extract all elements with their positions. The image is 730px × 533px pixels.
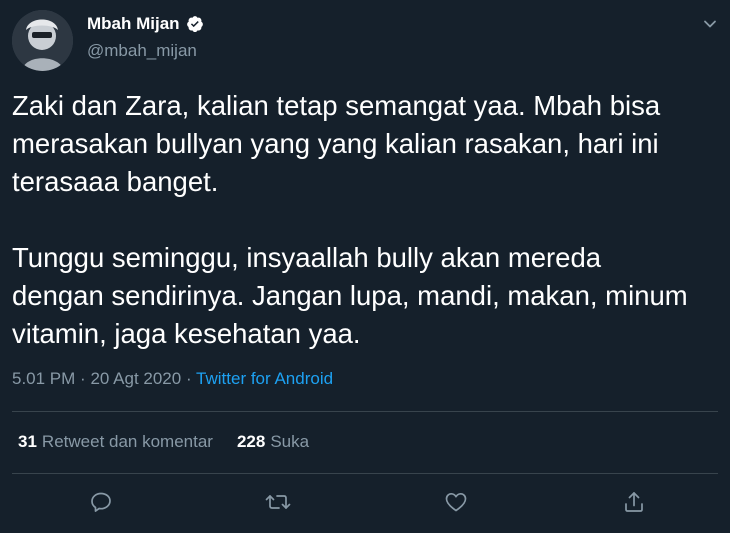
tweet-date[interactable]: 20 Agt 2020 xyxy=(90,369,181,388)
tweet-time[interactable]: 5.01 PM xyxy=(12,369,75,388)
retweet-icon[interactable] xyxy=(263,487,293,517)
likes-count: 228 xyxy=(236,432,266,451)
author-handle[interactable]: @mbah_mijan xyxy=(87,41,197,61)
tweet-stats: 31 Retweet dan komentar 228 Suka xyxy=(18,432,309,452)
profile-avatar-image xyxy=(12,10,73,71)
retweets-stat[interactable]: 31 Retweet dan komentar xyxy=(18,432,213,452)
tweet-meta: 5.01 PM · 20 Agt 2020 · Twitter for Andr… xyxy=(12,369,333,389)
likes-label: Suka xyxy=(270,432,310,451)
author-name-row: Mbah Mijan xyxy=(87,14,204,34)
verified-badge-icon xyxy=(186,15,204,33)
tweet-source-link[interactable]: Twitter for Android xyxy=(196,369,333,388)
likes-stat[interactable]: 228 Suka xyxy=(237,432,309,452)
divider xyxy=(12,473,718,474)
display-name[interactable]: Mbah Mijan xyxy=(87,14,180,34)
chevron-down-icon[interactable] xyxy=(700,14,720,34)
meta-separator: · xyxy=(80,369,86,388)
reply-icon[interactable] xyxy=(86,487,116,517)
retweets-count: 31 xyxy=(18,432,37,451)
tweet-text: Zaki dan Zara, kalian tetap semangat yaa… xyxy=(12,90,688,349)
meta-separator: · xyxy=(185,369,192,388)
tweet-actions xyxy=(0,487,730,521)
retweets-label: Retweet dan komentar xyxy=(41,432,213,451)
share-icon[interactable] xyxy=(619,487,649,517)
avatar[interactable] xyxy=(12,10,73,71)
divider xyxy=(12,411,718,412)
heart-icon[interactable] xyxy=(441,487,471,517)
